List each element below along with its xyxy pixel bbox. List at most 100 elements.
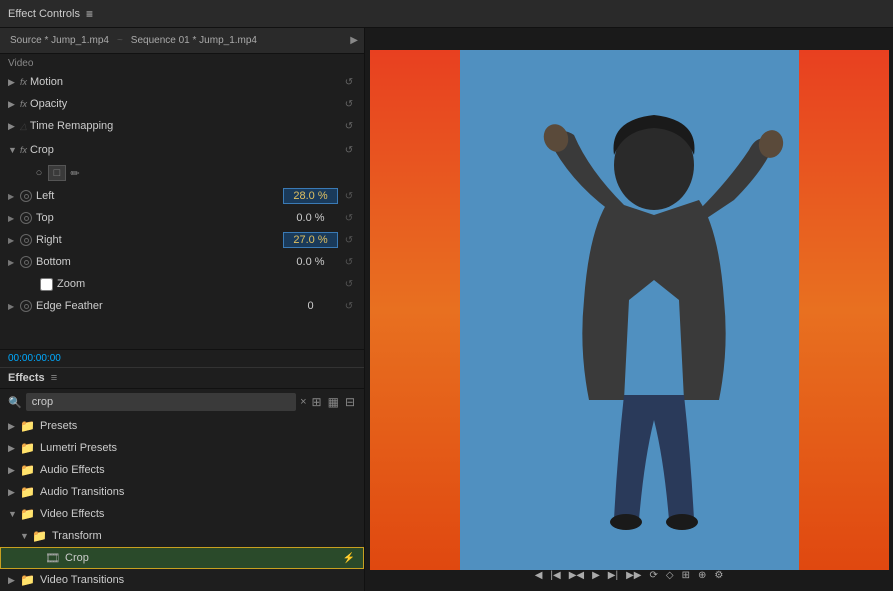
tree-lumetri-presets[interactable]: ▶ 📁 Lumetri Presets <box>0 437 364 459</box>
left-circle-inner <box>24 194 29 199</box>
left-param-value[interactable]: 28.0 % <box>283 188 338 204</box>
effect-controls-panel: Video ▶ fx Motion ↺ ▶ fx Opacity ↺ ▶ △ T… <box>0 54 364 349</box>
crop-name: Crop <box>30 144 342 156</box>
crop-icons-row: ○ □ ✏ <box>0 161 364 185</box>
crop-header-row[interactable]: ▼ fx Crop ↺ <box>0 139 364 161</box>
left-param-name: Left <box>36 190 283 202</box>
crop-ellipse-icon[interactable]: ○ <box>30 165 48 181</box>
settings-btn[interactable]: ⚙ <box>712 568 725 583</box>
motion-chevron: ▶ <box>8 77 20 88</box>
opacity-badge: fx <box>20 99 27 109</box>
tree-audio-effects[interactable]: ▶ 📁 Audio Effects <box>0 459 364 481</box>
tab-arrow[interactable]: ▶ <box>350 35 358 46</box>
person-svg <box>509 100 789 550</box>
next-frame-btn[interactable]: ▶| <box>606 568 620 583</box>
top-param-value[interactable]: 0.0 % <box>283 212 338 224</box>
presets-folder-icon: 📁 <box>20 419 36 433</box>
timecode-value: 00:00:00:00 <box>8 353 61 364</box>
top-circle <box>20 212 32 224</box>
header-menu-icon[interactable]: ≡ <box>86 7 93 21</box>
output-btn[interactable]: ⊕ <box>696 568 708 583</box>
marker-btn[interactable]: ◇ <box>664 568 676 583</box>
zoom-checkbox[interactable] <box>40 278 53 291</box>
zoom-reset[interactable]: ↺ <box>342 277 356 291</box>
left-circle <box>20 190 32 202</box>
search-input[interactable] <box>26 393 296 411</box>
fx-time-remapping-row[interactable]: ▶ △ Time Remapping ↺ <box>0 115 364 137</box>
tab-separator: ~ <box>117 35 123 46</box>
transform-name: Transform <box>52 530 356 542</box>
left-chevron: ▶ <box>8 192 20 201</box>
safe-margins-btn[interactable]: ⊞ <box>680 568 692 583</box>
tree-crop[interactable]: 🎞 Crop ⚡ <box>0 547 364 569</box>
video-canvas <box>370 50 889 570</box>
fx-opacity-row[interactable]: ▶ fx Opacity ↺ <box>0 93 364 115</box>
lumetri-folder-icon: 📁 <box>20 441 36 455</box>
crop-pen-icon[interactable]: ✏ <box>66 165 84 181</box>
right-param-reset[interactable]: ↺ <box>342 233 356 247</box>
left-param-reset[interactable]: ↺ <box>342 189 356 203</box>
opacity-chevron: ▶ <box>8 99 20 110</box>
zoom-row: Zoom ↺ <box>0 273 364 295</box>
crop-section: ▼ fx Crop ↺ ○ □ ✏ ▶ Left <box>0 137 364 319</box>
feather-circle <box>20 300 32 312</box>
tree-video-effects[interactable]: ▼ 📁 Video Effects <box>0 503 364 525</box>
effects-menu-icon[interactable]: ≡ <box>51 372 57 384</box>
opacity-reset[interactable]: ↺ <box>342 97 356 111</box>
feather-param-reset[interactable]: ↺ <box>342 299 356 313</box>
lumetri-chevron: ▶ <box>8 443 20 454</box>
audio-transitions-chevron: ▶ <box>8 487 20 498</box>
time-remapping-name: Time Remapping <box>30 120 342 132</box>
presets-chevron: ▶ <box>8 421 20 432</box>
search-icon-list[interactable]: ⊟ <box>344 394 356 410</box>
prev-frame-btn[interactable]: ◀ <box>533 568 545 583</box>
top-chevron: ▶ <box>8 214 20 223</box>
right-panel: ◀ |◀ ▶◀ ▶ ▶| ▶▶ ⟳ ◇ ⊞ ⊕ ⚙ <box>365 28 893 591</box>
right-circle <box>20 234 32 246</box>
time-remapping-reset[interactable]: ↺ <box>342 119 356 133</box>
search-clear-icon[interactable]: × <box>300 396 306 408</box>
crop-right-row: ▶ Right 27.0 % ↺ <box>0 229 364 251</box>
feather-param-value[interactable]: 0 <box>283 300 338 312</box>
search-icon: 🔍 <box>8 396 22 409</box>
top-param-reset[interactable]: ↺ <box>342 211 356 225</box>
search-icon-grid[interactable]: ▦ <box>327 394 340 410</box>
effect-controls-header: Effect Controls ≡ <box>0 0 893 28</box>
feather-param-name: Edge Feather <box>36 300 283 312</box>
time-remapping-badge: △ <box>20 121 27 132</box>
right-param-name: Right <box>36 234 283 246</box>
right-chevron: ▶ <box>8 236 20 245</box>
step-back-btn[interactable]: |◀ <box>548 568 562 583</box>
crop-file-icon: 🎞 <box>45 551 61 565</box>
tree-audio-transitions[interactable]: ▶ 📁 Audio Transitions <box>0 481 364 503</box>
audio-effects-name: Audio Effects <box>40 464 356 476</box>
crop-reset[interactable]: ↺ <box>342 143 356 157</box>
right-param-value[interactable]: 27.0 % <box>283 232 338 248</box>
tree-presets[interactable]: ▶ 📁 Presets <box>0 415 364 437</box>
motion-reset[interactable]: ↺ <box>342 75 356 89</box>
loop-btn[interactable]: ⟳ <box>647 568 659 583</box>
top-param-name: Top <box>36 212 283 224</box>
play-forward-btn[interactable]: ▶▶ <box>624 568 643 583</box>
search-icon-folder[interactable]: ⊞ <box>311 394 323 410</box>
tree-transform[interactable]: ▼ 📁 Transform <box>0 525 364 547</box>
play-back-btn[interactable]: ▶◀ <box>567 568 586 583</box>
search-bar: 🔍 × ⊞ ▦ ⊟ <box>0 389 364 415</box>
play-btn[interactable]: ▶ <box>590 568 602 583</box>
transform-folder-icon: 📁 <box>32 529 48 543</box>
audio-transitions-name: Audio Transitions <box>40 486 356 498</box>
search-icons-right: ⊞ ▦ ⊟ <box>311 394 356 410</box>
zoom-label: Zoom <box>57 278 85 290</box>
bottom-circle-inner <box>24 260 29 265</box>
source-tab-2[interactable]: Sequence 01 * Jump_1.mp4 <box>127 33 261 48</box>
source-tab-1[interactable]: Source * Jump_1.mp4 <box>6 33 113 48</box>
source-tabs: Source * Jump_1.mp4 ~ Sequence 01 * Jump… <box>0 28 364 54</box>
time-remapping-chevron: ▶ <box>8 121 20 132</box>
fx-motion-row[interactable]: ▶ fx Motion ↺ <box>0 71 364 93</box>
bottom-param-value[interactable]: 0.0 % <box>283 256 338 268</box>
crop-rectangle-icon[interactable]: □ <box>48 165 66 181</box>
tree-video-transitions[interactable]: ▶ 📁 Video Transitions <box>0 569 364 591</box>
video-effects-name: Video Effects <box>40 508 356 520</box>
preview-controls: ◀ |◀ ▶◀ ▶ ▶| ▶▶ ⟳ ◇ ⊞ ⊕ ⚙ <box>365 568 893 583</box>
bottom-param-reset[interactable]: ↺ <box>342 255 356 269</box>
